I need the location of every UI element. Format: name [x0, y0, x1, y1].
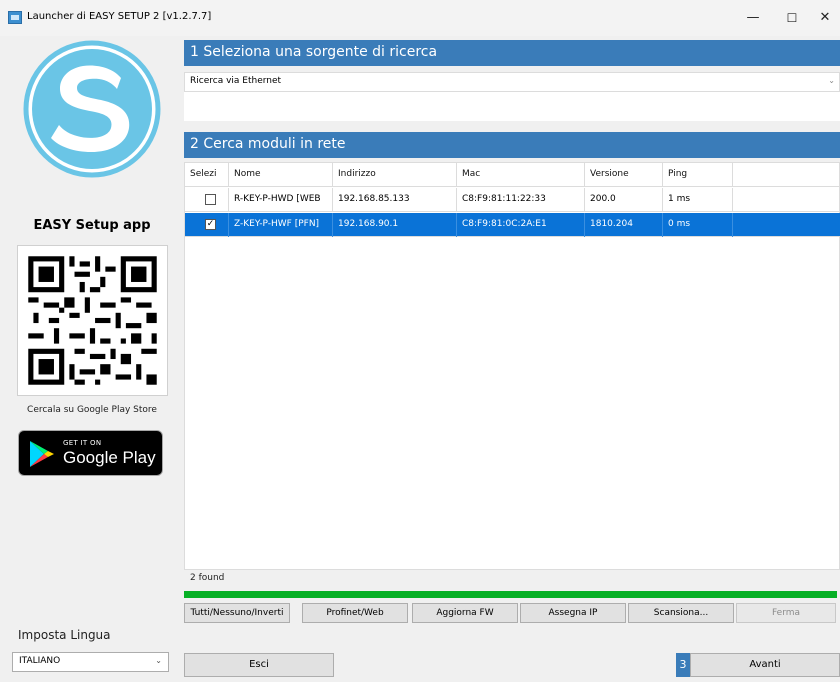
easy-setup-logo-icon [23, 40, 161, 178]
address-cell: 192.168.85.133 [333, 188, 457, 212]
row-checkbox[interactable]: ✓ [205, 219, 216, 230]
column-header-version[interactable]: Versione [585, 163, 663, 187]
update-fw-button[interactable]: Aggiorna FW [412, 603, 518, 623]
progress-fill [184, 591, 837, 598]
maximize-button[interactable]: ☐ [782, 8, 802, 28]
language-select[interactable]: ITALIANO ⌄ [12, 652, 169, 672]
exit-button[interactable]: Esci [184, 653, 334, 677]
mac-cell: C8:F9:81:11:22:33 [457, 188, 585, 212]
spacer [184, 92, 840, 121]
row-checkbox[interactable] [205, 194, 216, 205]
window-title: Launcher di EASY SETUP 2 [v1.2.7.7] [27, 11, 212, 22]
close-button[interactable]: ✕ [815, 8, 835, 28]
mac-cell: C8:F9:81:0C:2A:E1 [457, 213, 585, 237]
modules-table: Selezi Nome Indirizzo Mac Versione Ping … [184, 162, 840, 570]
chevron-down-icon: ⌄ [155, 656, 162, 665]
version-cell: 200.0 [585, 188, 663, 212]
step2-header: 2 Cerca moduli in rete [184, 132, 840, 158]
table-row[interactable]: ✓ Z-KEY-P-HWF [PFN] 192.168.90.1 C8:F9:8… [185, 213, 840, 237]
next-button[interactable]: Avanti [690, 653, 840, 677]
table-header: Selezi Nome Indirizzo Mac Versione Ping [185, 163, 840, 187]
column-header-mac[interactable]: Mac [457, 163, 585, 187]
select-cell [185, 188, 229, 212]
qr-code [17, 245, 168, 396]
profinet-web-button[interactable]: Profinet/Web [302, 603, 408, 623]
chevron-down-icon: ⌄ [828, 76, 835, 85]
table-row[interactable]: R-KEY-P-HWD [WEB 192.168.85.133 C8:F9:81… [185, 188, 840, 212]
left-panel: EASY Setup app Cercala su Google Play St… [0, 36, 184, 682]
stop-button[interactable]: Ferma [736, 603, 836, 623]
badge-small-text: GET IT ON [63, 439, 102, 447]
found-count: 2 found [190, 573, 225, 583]
name-cell: Z-KEY-P-HWF [PFN] [229, 213, 333, 237]
scan-button[interactable]: Scansiona... [628, 603, 734, 623]
minimize-button[interactable]: — [743, 8, 763, 28]
column-header-select[interactable]: Selezi [185, 163, 229, 187]
select-all-none-invert-button[interactable]: Tutti/Nessuno/Inverti [184, 603, 290, 623]
column-header-ping[interactable]: Ping [663, 163, 733, 187]
language-value: ITALIANO [19, 656, 61, 666]
language-label: Imposta Lingua [18, 628, 111, 642]
title-bar: Launcher di EASY SETUP 2 [v1.2.7.7] — ☐ … [0, 0, 840, 36]
address-cell: 192.168.90.1 [333, 213, 457, 237]
google-play-icon [30, 441, 54, 467]
version-cell: 1810.204 [585, 213, 663, 237]
app-name: EASY Setup app [33, 218, 151, 233]
column-header-name[interactable]: Nome [229, 163, 333, 187]
name-cell: R-KEY-P-HWD [WEB [229, 188, 333, 212]
scan-progress-bar [184, 591, 837, 598]
ping-cell: 0 ms [663, 213, 733, 237]
ping-cell: 1 ms [663, 188, 733, 212]
store-text: Cercala su Google Play Store [27, 405, 157, 415]
select-cell: ✓ [185, 213, 229, 237]
badge-big-text: Google Play [63, 448, 156, 467]
source-value: Ricerca via Ethernet [190, 76, 282, 86]
app-icon [8, 11, 22, 24]
google-play-badge[interactable]: GET IT ON Google Play [18, 430, 163, 476]
column-header-address[interactable]: Indirizzo [333, 163, 457, 187]
step3-indicator: 3 [676, 653, 690, 677]
step1-header: 1 Seleziona una sorgente di ricerca [184, 40, 840, 66]
assign-ip-button[interactable]: Assegna IP [520, 603, 626, 623]
qr-code-icon [18, 246, 167, 395]
source-select[interactable]: Ricerca via Ethernet ⌄ [184, 72, 840, 92]
